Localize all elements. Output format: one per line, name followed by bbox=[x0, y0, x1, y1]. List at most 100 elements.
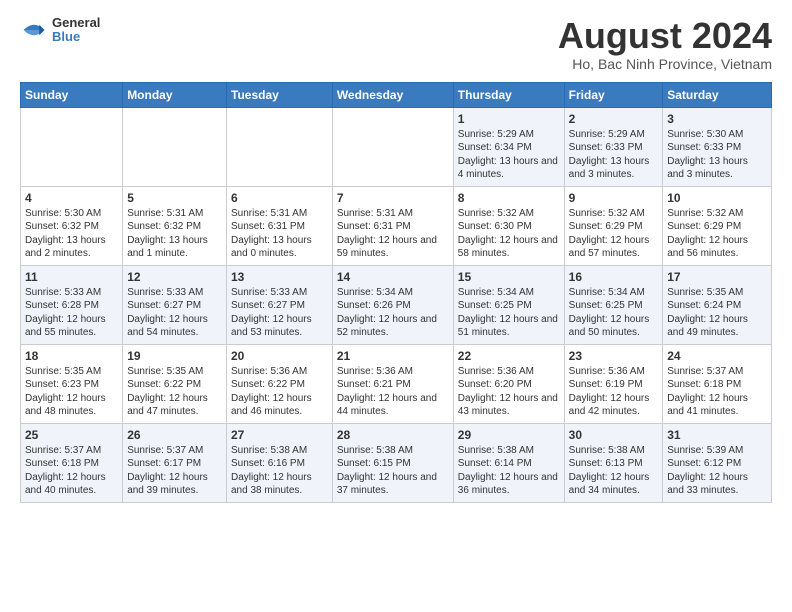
cell-content: Sunrise: 5:29 AM Sunset: 6:33 PM Dayligh… bbox=[569, 128, 659, 182]
cell-4-1: 18Sunrise: 5:35 AM Sunset: 6:23 PM Dayli… bbox=[21, 344, 123, 423]
cell-content: Sunrise: 5:38 AM Sunset: 6:13 PM Dayligh… bbox=[569, 444, 659, 498]
cell-content: Sunrise: 5:37 AM Sunset: 6:18 PM Dayligh… bbox=[667, 365, 767, 419]
cell-1-1 bbox=[21, 107, 123, 186]
day-number: 4 bbox=[25, 191, 118, 205]
day-number: 26 bbox=[127, 428, 222, 442]
cell-content: Sunrise: 5:33 AM Sunset: 6:27 PM Dayligh… bbox=[127, 286, 222, 340]
cell-2-2: 5 Sunrise: 5:31 AM Sunset: 6:32 PM Daylig… bbox=[123, 186, 227, 265]
cell-content: Sunrise: 5:36 AM Sunset: 6:22 PM Dayligh… bbox=[231, 365, 328, 419]
cell-content: Sunrise: 5:38 AM Sunset: 6:15 PM Dayligh… bbox=[337, 444, 449, 498]
cell-5-1: 25 Sunrise: 5:37 AM Sunset: 6:18 PM Dayli… bbox=[21, 423, 123, 502]
day-number: 29 bbox=[458, 428, 560, 442]
cell-content: Sunrise: 5:38 AM Sunset: 6:16 PM Dayligh… bbox=[231, 444, 328, 498]
cell-content: Sunrise: 5:32 AM Sunset: 6:29 PM Dayligh… bbox=[667, 207, 767, 261]
day-number: 5 bbox=[127, 191, 222, 205]
cell-content: Sunrise: 5:31 AM Sunset: 6:32 PM Dayligh… bbox=[127, 207, 222, 261]
title-area: August 2024 Ho, Bac Ninh Province, Vietn… bbox=[558, 16, 772, 72]
cell-content: Sunrise: 5:34 AM Sunset: 6:26 PM Dayligh… bbox=[337, 286, 449, 340]
logo-icon bbox=[20, 16, 48, 44]
cell-3-4: 14 Sunrise: 5:34 AM Sunset: 6:26 PM Dayli… bbox=[332, 265, 453, 344]
cell-content: Sunrise: 5:33 AM Sunset: 6:27 PM Dayligh… bbox=[231, 286, 328, 340]
cell-3-7: 17 Sunrise: 5:35 AM Sunset: 6:24 PM Dayli… bbox=[663, 265, 772, 344]
cell-2-4: 7 Sunrise: 5:31 AM Sunset: 6:31 PM Daylig… bbox=[332, 186, 453, 265]
day-number: 22 bbox=[458, 349, 560, 363]
header-thursday: Thursday bbox=[453, 82, 564, 107]
logo-text: General Blue bbox=[52, 16, 100, 45]
cell-3-2: 12 Sunrise: 5:33 AM Sunset: 6:27 PM Dayli… bbox=[123, 265, 227, 344]
day-number: 14 bbox=[337, 270, 449, 284]
week-row-2: 4 Sunrise: 5:30 AM Sunset: 6:32 PM Daylig… bbox=[21, 186, 772, 265]
cell-content: Sunrise: 5:39 AM Sunset: 6:12 PM Dayligh… bbox=[667, 444, 767, 498]
week-row-3: 11Sunrise: 5:33 AM Sunset: 6:28 PM Dayli… bbox=[21, 265, 772, 344]
logo-blue-text: Blue bbox=[52, 30, 100, 44]
day-number: 10 bbox=[667, 191, 767, 205]
header-wednesday: Wednesday bbox=[332, 82, 453, 107]
header-tuesday: Tuesday bbox=[227, 82, 333, 107]
day-number: 13 bbox=[231, 270, 328, 284]
logo: General Blue bbox=[20, 16, 100, 45]
day-number: 25 bbox=[25, 428, 118, 442]
day-number: 8 bbox=[458, 191, 560, 205]
day-number: 23 bbox=[569, 349, 659, 363]
cell-content: Sunrise: 5:35 AM Sunset: 6:23 PM Dayligh… bbox=[25, 365, 118, 419]
day-number: 9 bbox=[569, 191, 659, 205]
day-number: 16 bbox=[569, 270, 659, 284]
cell-4-4: 21 Sunrise: 5:36 AM Sunset: 6:21 PM Dayli… bbox=[332, 344, 453, 423]
cell-3-5: 15Sunrise: 5:34 AM Sunset: 6:25 PM Dayli… bbox=[453, 265, 564, 344]
week-row-1: 1Sunrise: 5:29 AM Sunset: 6:34 PM Daylig… bbox=[21, 107, 772, 186]
day-number: 2 bbox=[569, 112, 659, 126]
cell-3-3: 13 Sunrise: 5:33 AM Sunset: 6:27 PM Dayli… bbox=[227, 265, 333, 344]
week-row-4: 18Sunrise: 5:35 AM Sunset: 6:23 PM Dayli… bbox=[21, 344, 772, 423]
day-number: 28 bbox=[337, 428, 449, 442]
header-row: Sunday Monday Tuesday Wednesday Thursday… bbox=[21, 82, 772, 107]
cell-1-5: 1Sunrise: 5:29 AM Sunset: 6:34 PM Daylig… bbox=[453, 107, 564, 186]
day-number: 17 bbox=[667, 270, 767, 284]
calendar-table: Sunday Monday Tuesday Wednesday Thursday… bbox=[20, 82, 772, 503]
cell-4-6: 23Sunrise: 5:36 AM Sunset: 6:19 PM Dayli… bbox=[564, 344, 663, 423]
cell-content: Sunrise: 5:36 AM Sunset: 6:21 PM Dayligh… bbox=[337, 365, 449, 419]
day-number: 31 bbox=[667, 428, 767, 442]
day-number: 27 bbox=[231, 428, 328, 442]
day-number: 24 bbox=[667, 349, 767, 363]
header-monday: Monday bbox=[123, 82, 227, 107]
cell-content: Sunrise: 5:31 AM Sunset: 6:31 PM Dayligh… bbox=[337, 207, 449, 261]
cell-content: Sunrise: 5:30 AM Sunset: 6:32 PM Dayligh… bbox=[25, 207, 118, 261]
cell-content: Sunrise: 5:30 AM Sunset: 6:33 PM Dayligh… bbox=[667, 128, 767, 182]
header: General Blue August 2024 Ho, Bac Ninh Pr… bbox=[20, 16, 772, 72]
cell-5-2: 26 Sunrise: 5:37 AM Sunset: 6:17 PM Dayli… bbox=[123, 423, 227, 502]
header-friday: Friday bbox=[564, 82, 663, 107]
main-title: August 2024 bbox=[558, 16, 772, 56]
cell-4-3: 20 Sunrise: 5:36 AM Sunset: 6:22 PM Dayli… bbox=[227, 344, 333, 423]
cell-content: Sunrise: 5:38 AM Sunset: 6:14 PM Dayligh… bbox=[458, 444, 560, 498]
day-number: 12 bbox=[127, 270, 222, 284]
page: General Blue August 2024 Ho, Bac Ninh Pr… bbox=[0, 0, 792, 513]
cell-1-6: 2 Sunrise: 5:29 AM Sunset: 6:33 PM Daylig… bbox=[564, 107, 663, 186]
cell-content: Sunrise: 5:37 AM Sunset: 6:17 PM Dayligh… bbox=[127, 444, 222, 498]
day-number: 11 bbox=[25, 270, 118, 284]
day-number: 3 bbox=[667, 112, 767, 126]
day-number: 30 bbox=[569, 428, 659, 442]
day-number: 6 bbox=[231, 191, 328, 205]
cell-content: Sunrise: 5:36 AM Sunset: 6:20 PM Dayligh… bbox=[458, 365, 560, 419]
cell-1-3 bbox=[227, 107, 333, 186]
cell-2-7: 10 Sunrise: 5:32 AM Sunset: 6:29 PM Dayli… bbox=[663, 186, 772, 265]
cell-content: Sunrise: 5:32 AM Sunset: 6:29 PM Dayligh… bbox=[569, 207, 659, 261]
cell-4-5: 22 Sunrise: 5:36 AM Sunset: 6:20 PM Dayli… bbox=[453, 344, 564, 423]
cell-content: Sunrise: 5:29 AM Sunset: 6:34 PM Dayligh… bbox=[458, 128, 560, 182]
cell-5-6: 30 Sunrise: 5:38 AM Sunset: 6:13 PM Dayli… bbox=[564, 423, 663, 502]
cell-4-2: 19Sunrise: 5:35 AM Sunset: 6:22 PM Dayli… bbox=[123, 344, 227, 423]
cell-3-1: 11Sunrise: 5:33 AM Sunset: 6:28 PM Dayli… bbox=[21, 265, 123, 344]
cell-content: Sunrise: 5:35 AM Sunset: 6:24 PM Dayligh… bbox=[667, 286, 767, 340]
cell-1-7: 3 Sunrise: 5:30 AM Sunset: 6:33 PM Daylig… bbox=[663, 107, 772, 186]
day-number: 21 bbox=[337, 349, 449, 363]
cell-content: Sunrise: 5:31 AM Sunset: 6:31 PM Dayligh… bbox=[231, 207, 328, 261]
cell-content: Sunrise: 5:34 AM Sunset: 6:25 PM Dayligh… bbox=[458, 286, 560, 340]
calendar-body: 1Sunrise: 5:29 AM Sunset: 6:34 PM Daylig… bbox=[21, 107, 772, 502]
cell-5-5: 29 Sunrise: 5:38 AM Sunset: 6:14 PM Dayli… bbox=[453, 423, 564, 502]
cell-4-7: 24 Sunrise: 5:37 AM Sunset: 6:18 PM Dayli… bbox=[663, 344, 772, 423]
cell-2-6: 9 Sunrise: 5:32 AM Sunset: 6:29 PM Daylig… bbox=[564, 186, 663, 265]
day-number: 20 bbox=[231, 349, 328, 363]
cell-content: Sunrise: 5:37 AM Sunset: 6:18 PM Dayligh… bbox=[25, 444, 118, 498]
day-number: 7 bbox=[337, 191, 449, 205]
cell-3-6: 16Sunrise: 5:34 AM Sunset: 6:25 PM Dayli… bbox=[564, 265, 663, 344]
